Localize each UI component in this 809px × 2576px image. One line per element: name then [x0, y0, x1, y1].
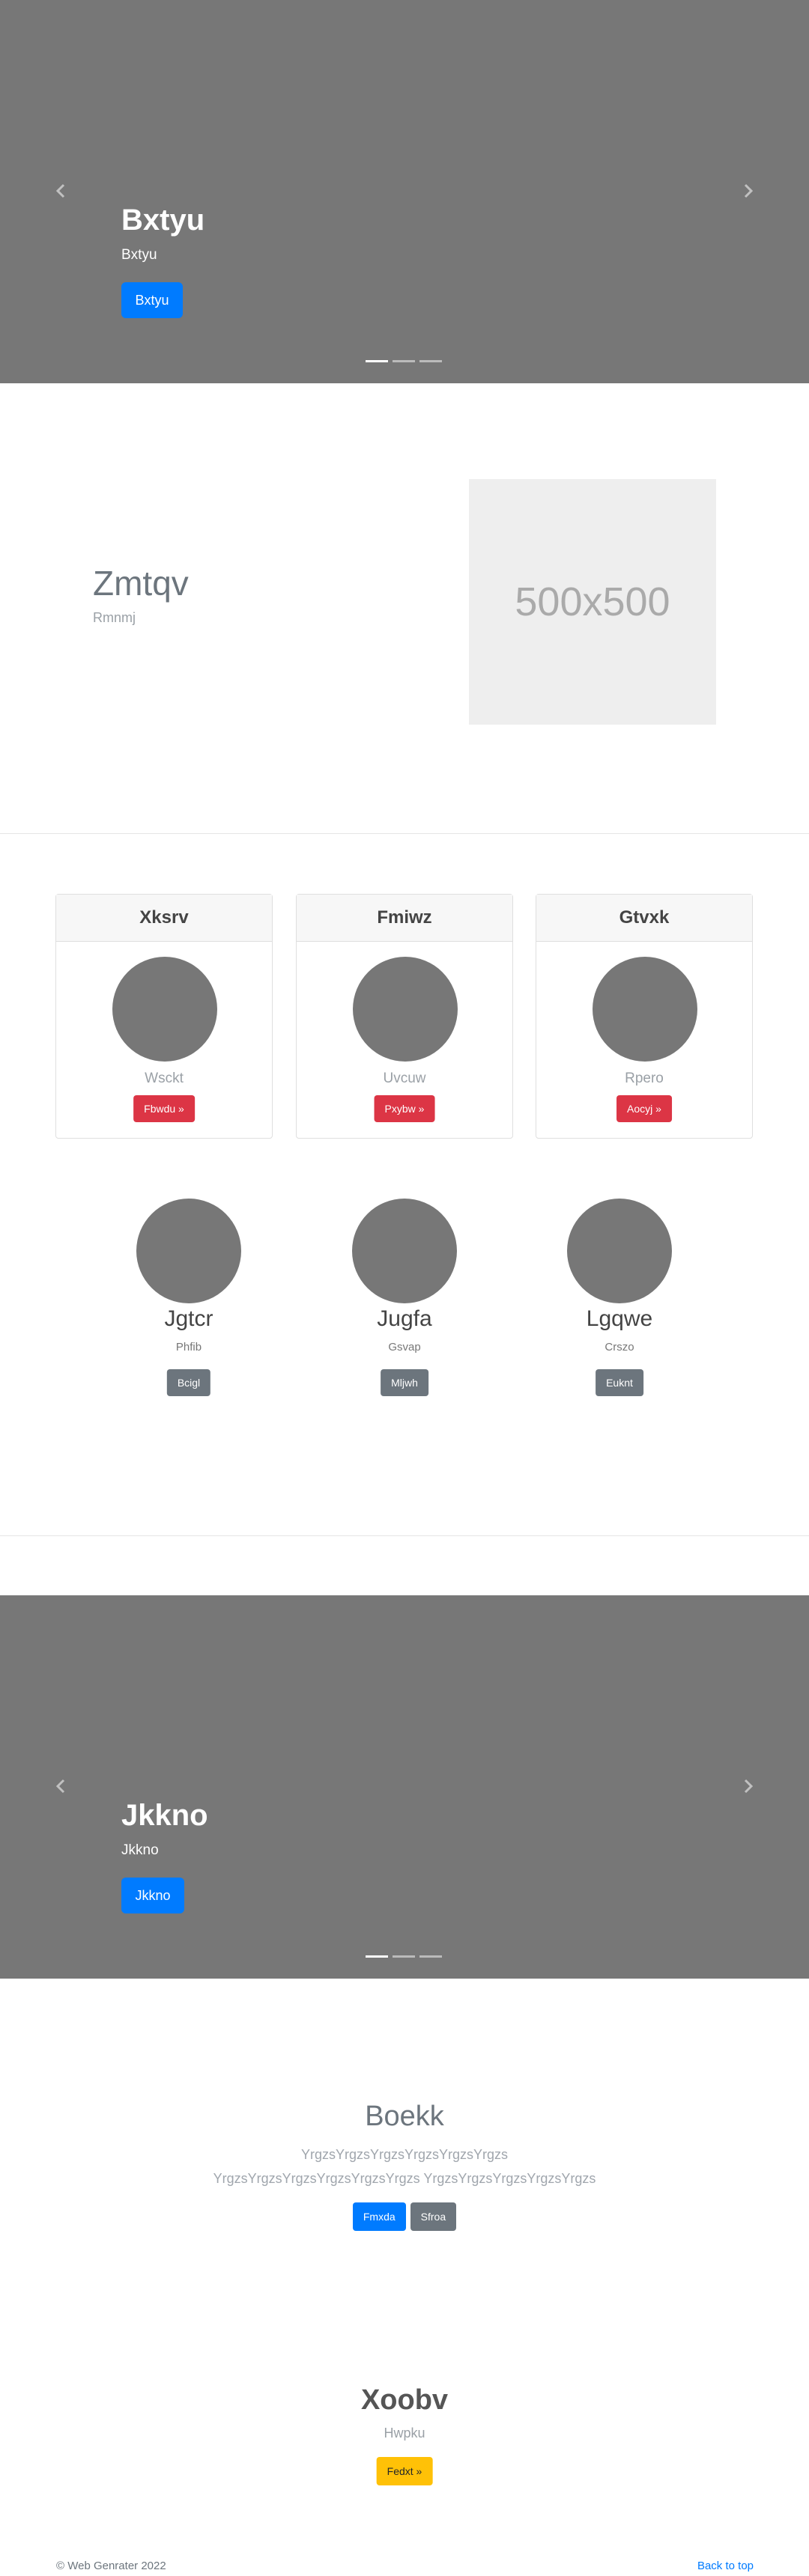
profile-3: Lgqwe Crszo Euknt — [545, 1199, 694, 1401]
carousel-prev-button[interactable] — [52, 1777, 70, 1795]
profile-name: Jgtcr — [164, 1306, 213, 1331]
featurette-heading: Zmtqv — [93, 564, 189, 603]
carousel-next-button[interactable] — [739, 182, 757, 200]
carousel-indicator-3[interactable] — [419, 360, 442, 362]
card-text: Uvcuw — [383, 1071, 426, 1086]
profile-button[interactable]: Mljwh — [381, 1369, 428, 1396]
profile-avatar — [136, 1199, 241, 1303]
secondary-carousel: Jkkno Jkkno Jkkno — [0, 1595, 809, 1979]
featurette-subheading: Rmnmj — [93, 610, 136, 625]
card-3: Gtvxk Rpero Aocyj » — [536, 894, 753, 1139]
chevron-right-icon — [744, 1779, 754, 1794]
cta-title: Xoobv — [360, 2384, 449, 2416]
profile-name: Lgqwe — [586, 1306, 653, 1331]
card-button[interactable]: Aocyj » — [616, 1095, 672, 1122]
carousel-indicator-1[interactable] — [366, 1955, 388, 1958]
footer-copyright: © Web Genrater 2022 — [56, 2560, 166, 2572]
profile-role: Crszo — [605, 1341, 634, 1354]
featurette-image-placeholder: 500x500 — [469, 479, 716, 725]
divider — [0, 1535, 809, 1536]
carousel-cta-button[interactable]: Jkkno — [121, 1878, 184, 1913]
carousel-indicator-2[interactable] — [393, 360, 415, 362]
card-image — [593, 957, 697, 1062]
profile-avatar — [567, 1199, 672, 1303]
jumbotron-secondary-button[interactable]: Sfroa — [410, 2202, 457, 2231]
divider — [0, 833, 809, 834]
carousel-indicator-2[interactable] — [393, 1955, 415, 1958]
card-header: Fmiwz — [297, 895, 512, 942]
carousel-subtitle: Jkkno — [121, 1842, 159, 1858]
cta-subtitle: Hwpku — [384, 2426, 425, 2440]
hero-carousel: Bxtyu Bxtyu Bxtyu — [0, 0, 809, 383]
chevron-left-icon — [55, 1779, 65, 1794]
profile-role: Gsvap — [388, 1341, 421, 1354]
profile-button[interactable]: Bcigl — [166, 1369, 211, 1396]
jumbotron-text: YrgzsYrgzsYrgzsYrgzsYrgzsYrgzs YrgzsYrgz… — [213, 2147, 596, 2186]
jumbotron-title: Boekk — [365, 2101, 444, 2132]
profile-1: Jgtcr Phfib Bcigl — [114, 1199, 264, 1401]
profile-2: Jugfa Gsvap Mljwh — [330, 1199, 479, 1401]
carousel-cta-button[interactable]: Bxtyu — [121, 282, 183, 318]
carousel-indicator-3[interactable] — [419, 1955, 442, 1958]
carousel-prev-button[interactable] — [52, 182, 70, 200]
profile-role: Phfib — [175, 1341, 202, 1354]
carousel-title: Bxtyu — [121, 204, 205, 237]
jumbotron-buttons: Fmxda Sfroa — [0, 2202, 809, 2231]
jumbotron-primary-button[interactable]: Fmxda — [352, 2202, 406, 2231]
card-text: Rpero — [625, 1071, 664, 1086]
card-2: Fmiwz Uvcuw Pxybw » — [296, 894, 513, 1139]
card-image — [353, 957, 458, 1062]
card-text: Wsckt — [145, 1071, 184, 1086]
carousel-title: Jkkno — [121, 1799, 208, 1832]
card-button[interactable]: Pxybw » — [374, 1095, 435, 1122]
carousel-indicator-1[interactable] — [366, 360, 388, 362]
carousel-subtitle: Bxtyu — [121, 247, 157, 263]
card-image — [112, 957, 217, 1062]
profile-name: Jugfa — [377, 1306, 432, 1331]
back-to-top-link[interactable]: Back to top — [697, 2560, 754, 2572]
carousel-next-button[interactable] — [739, 1777, 757, 1795]
chevron-right-icon — [744, 183, 754, 198]
carousel-indicators — [366, 1955, 442, 1958]
chevron-left-icon — [55, 183, 65, 198]
card-header: Xksrv — [56, 895, 272, 942]
card-1: Xksrv Wsckt Fbwdu » — [55, 894, 273, 1139]
card-button[interactable]: Fbwdu » — [133, 1095, 195, 1122]
profile-avatar — [352, 1199, 457, 1303]
card-header: Gtvxk — [536, 895, 752, 942]
carousel-indicators — [366, 360, 442, 362]
cta-button[interactable]: Fedxt » — [376, 2457, 433, 2485]
profile-button[interactable]: Euknt — [596, 1369, 643, 1396]
